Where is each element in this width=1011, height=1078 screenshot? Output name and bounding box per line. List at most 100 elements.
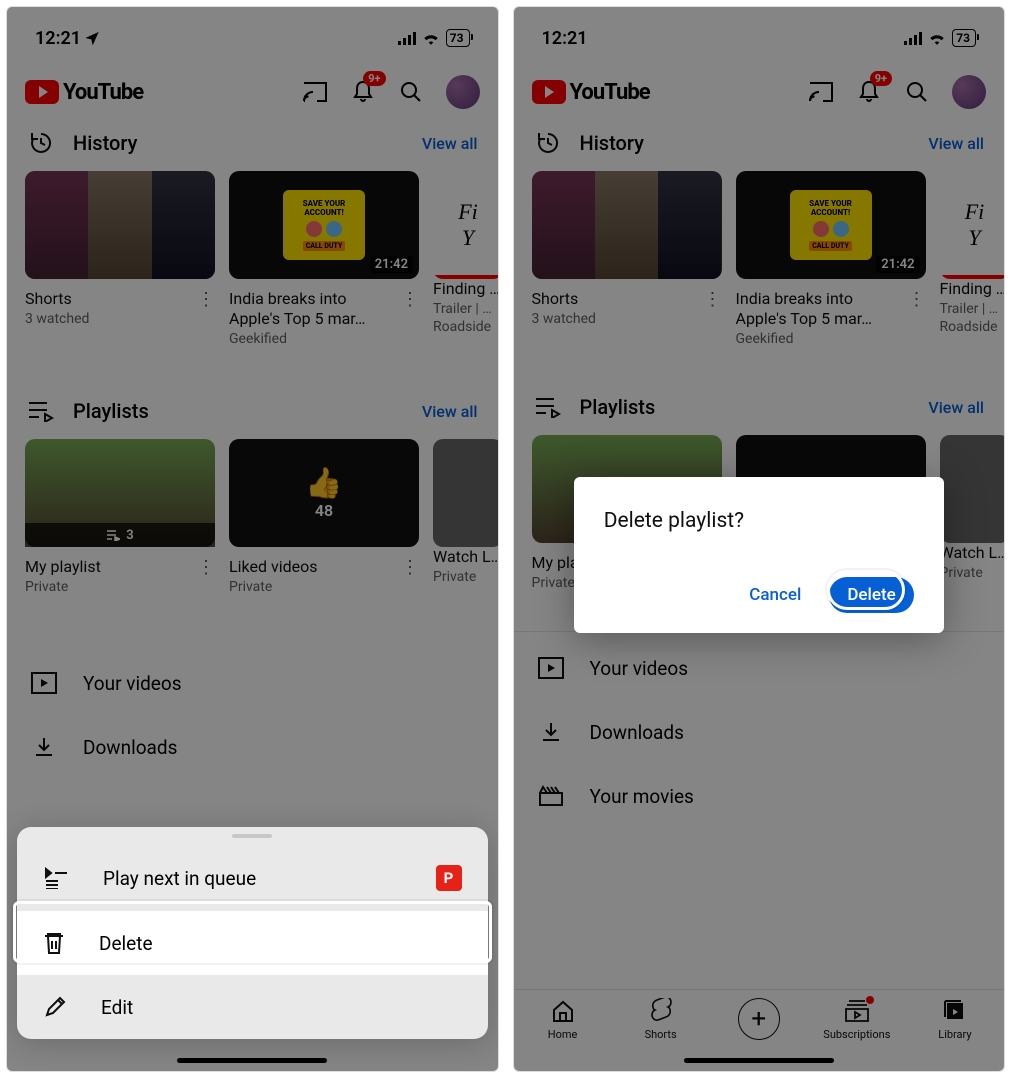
card-title: Finding … (433, 279, 498, 299)
playlists-viewall[interactable]: View all (928, 398, 984, 417)
history-card[interactable]: FiY Finding …Trailer | …Roadside (940, 171, 1005, 347)
history-viewall[interactable]: View all (928, 134, 984, 153)
your-movies-row[interactable]: Your movies (514, 764, 1005, 828)
home-indicator[interactable] (684, 1058, 834, 1063)
delete-button[interactable]: Delete (829, 577, 913, 613)
playlist-card[interactable]: 👍 48 Liked videos Private ⋮ (229, 439, 419, 595)
history-row[interactable]: Shorts 3 watched ⋮ SAVE YOUR ACCOUNT! CA… (7, 171, 498, 353)
sheet-edit[interactable]: Edit (17, 975, 488, 1039)
playlist-title: My playlist (25, 557, 191, 577)
your-videos-icon (536, 654, 566, 682)
downloads-label: Downloads (590, 721, 684, 744)
notif-badge: 9+ (870, 71, 892, 86)
notifications-icon[interactable]: 9+ (856, 79, 882, 105)
like-count: 48 (315, 501, 333, 520)
playlist-sub: Private (229, 579, 395, 595)
phone-right: 12:21 73 YouTube 9+ History View all Sho… (513, 6, 1006, 1072)
history-card[interactable]: SAVE YOUR ACCOUNT! CALL DUTY 21:42 India… (229, 171, 419, 347)
pencil-icon (43, 995, 67, 1019)
youtube-wordmark: YouTube (63, 80, 143, 105)
your-videos-row[interactable]: Your videos (7, 651, 498, 715)
card-channel: Geekified (736, 331, 902, 347)
downloads-row[interactable]: Downloads (7, 715, 498, 779)
tab-create[interactable]: + (724, 998, 794, 1040)
playlist-card[interactable]: 3 My playlist Private ⋮ (25, 439, 215, 595)
tab-label: Library (938, 1028, 971, 1041)
playlists-row[interactable]: 3 My playlist Private ⋮ 👍 48 Liked video… (7, 439, 498, 601)
history-card[interactable]: SAVE YOURACCOUNT!CALL DUTY 21:42 India b… (736, 171, 926, 347)
tab-home[interactable]: Home (528, 998, 598, 1041)
history-card[interactable]: Shorts 3 watched ⋮ (532, 171, 722, 347)
playlists-viewall[interactable]: View all (422, 402, 478, 421)
playlists-label: Playlists (73, 399, 149, 423)
movies-icon (536, 782, 566, 810)
avatar[interactable] (446, 75, 480, 109)
more-icon[interactable]: ⋮ (401, 289, 419, 347)
card-channel: Roadside (433, 319, 498, 335)
cast-icon[interactable] (808, 79, 834, 105)
cast-icon[interactable] (302, 79, 328, 105)
card-sub: 3 watched (532, 311, 698, 327)
tab-label: Subscriptions (823, 1028, 890, 1041)
card-title: Shorts (532, 289, 698, 309)
history-card[interactable]: FiY Finding … Trailer | … Roadside (433, 171, 498, 347)
tab-library[interactable]: Library (920, 998, 990, 1041)
history-icon (534, 129, 562, 157)
search-icon[interactable] (398, 79, 424, 105)
playlist-thumb (433, 439, 498, 547)
search-icon[interactable] (904, 79, 930, 105)
youtube-play-icon (532, 80, 566, 104)
history-viewall[interactable]: View all (422, 134, 478, 153)
your-videos-label: Your videos (83, 672, 182, 695)
playlist-card[interactable]: Watch L…Private (940, 435, 1005, 591)
your-videos-icon (29, 669, 59, 697)
playlists-icon (27, 397, 55, 425)
tab-label: Home (548, 1028, 578, 1041)
tab-subscriptions[interactable]: Subscriptions (822, 998, 892, 1041)
history-header: History View all (514, 119, 1005, 171)
more-icon[interactable]: ⋮ (197, 557, 215, 595)
playlist-thumb: 👍 48 (229, 439, 419, 547)
subscriptions-icon (844, 998, 870, 1024)
sheet-play-next[interactable]: Play next in queue P (17, 845, 488, 911)
location-icon (84, 30, 100, 46)
downloads-row[interactable]: Downloads (514, 700, 1005, 764)
more-icon[interactable]: ⋮ (704, 289, 722, 327)
playlists-icon (534, 393, 562, 421)
youtube-logo[interactable]: YouTube (25, 80, 143, 105)
your-videos-label: Your videos (590, 657, 689, 680)
avatar[interactable] (952, 75, 986, 109)
card-sub: Trailer | … (940, 301, 1005, 317)
sheet-delete[interactable]: Delete (17, 911, 488, 975)
home-indicator[interactable] (177, 1058, 327, 1063)
playlist-card[interactable]: Watch L… Private (433, 439, 498, 595)
more-icon[interactable]: ⋮ (401, 557, 419, 595)
signal-icon (904, 32, 922, 45)
tab-label: Shorts (645, 1028, 677, 1041)
youtube-logo[interactable]: YouTube (532, 80, 650, 105)
your-videos-row[interactable]: Your videos (514, 636, 1005, 700)
duration-badge: 21:42 (876, 256, 919, 273)
dot-badge (866, 996, 874, 1004)
signal-icon (398, 32, 416, 45)
cancel-button[interactable]: Cancel (745, 579, 805, 611)
history-row[interactable]: Shorts 3 watched ⋮ SAVE YOURACCOUNT!CALL D… (514, 171, 1005, 353)
history-card[interactable]: Shorts 3 watched ⋮ (25, 171, 215, 347)
card-title: India breaks into Apple's Top 5 mar… (736, 289, 902, 329)
playlist-sub: Private (25, 579, 191, 595)
app-header: YouTube 9+ (514, 57, 1005, 119)
trash-icon (43, 931, 65, 955)
history-icon (27, 129, 55, 157)
status-time: 12:21 (542, 28, 588, 49)
bottom-sheet: Play next in queue P Delete Edit (17, 827, 488, 1039)
queue-icon (43, 867, 69, 889)
playlist-thumb (940, 435, 1005, 543)
sheet-handle[interactable] (17, 827, 488, 845)
tab-shorts[interactable]: Shorts (626, 998, 696, 1041)
more-icon[interactable]: ⋮ (908, 289, 926, 347)
youtube-wordmark: YouTube (570, 80, 650, 105)
app-header: YouTube 9+ (7, 57, 498, 119)
notifications-icon[interactable]: 9+ (350, 79, 376, 105)
more-icon[interactable]: ⋮ (197, 289, 215, 327)
video-thumb: SAVE YOURACCOUNT!CALL DUTY 21:42 (736, 171, 926, 279)
